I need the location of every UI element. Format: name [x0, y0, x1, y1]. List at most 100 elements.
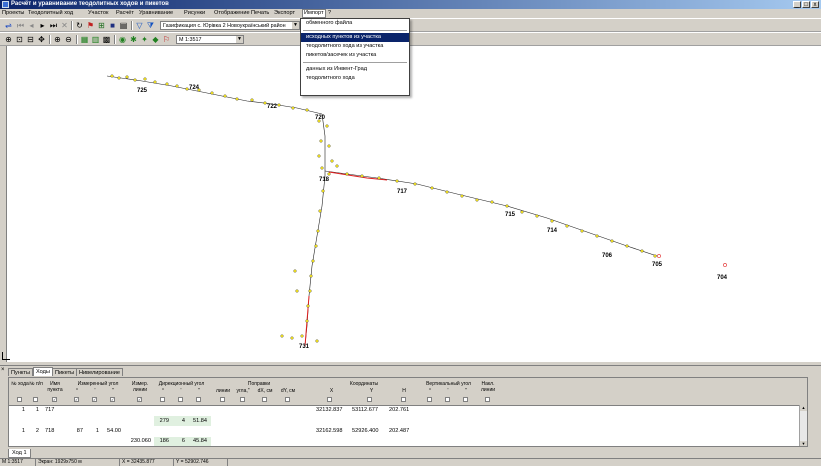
- scroll-down-icon[interactable]: ▼: [800, 441, 807, 446]
- close-button[interactable]: x: [811, 1, 819, 8]
- filter-checkbox[interactable]: [17, 397, 22, 402]
- filter-checkbox[interactable]: [463, 397, 468, 402]
- filter-checkbox[interactable]: [285, 397, 290, 402]
- prev-icon[interactable]: ◂: [27, 21, 36, 30]
- cell-h: 202.487: [389, 428, 410, 434]
- chevron-down-icon[interactable]: ▼: [292, 22, 299, 29]
- adjust-icon[interactable]: ⚑: [86, 21, 95, 30]
- zoom-extents-icon[interactable]: ⊡: [15, 35, 24, 44]
- maximize-button[interactable]: □: [802, 1, 810, 8]
- import-item-traverse[interactable]: теодолитного хода: [301, 74, 409, 83]
- filter-checkbox[interactable]: [427, 397, 432, 402]
- cell-dir-min: 6: [181, 438, 185, 444]
- filter-checkbox[interactable]: [445, 397, 450, 402]
- filter-checkbox[interactable]: [327, 397, 332, 402]
- pan-icon[interactable]: ✥: [37, 35, 46, 44]
- filter-checkbox[interactable]: [196, 397, 201, 402]
- zoom-out-icon[interactable]: ⊖: [64, 35, 73, 44]
- filter-checkbox[interactable]: [240, 397, 245, 402]
- layer-icon[interactable]: ▦: [80, 35, 89, 44]
- menu-display[interactable]: Отображение: [214, 9, 250, 18]
- menu-bar: Проекты Теодолитный ход Участок Расчёт У…: [0, 9, 821, 18]
- first-icon[interactable]: ⏮: [16, 21, 25, 30]
- tab-pickets[interactable]: Пикеты: [52, 368, 78, 376]
- calc-icon[interactable]: ⊞: [97, 21, 106, 30]
- menu-traverse[interactable]: Теодолитный ход: [28, 9, 73, 18]
- scale-combo[interactable]: М 1:3517 ▼: [176, 35, 244, 44]
- map-canvas[interactable]: 725 724 722 720 718 717 715 714 706 705 …: [6, 46, 821, 362]
- import-item-invent-grad[interactable]: данных из Инвент-Град: [301, 65, 409, 74]
- filter-checkbox[interactable]: [367, 397, 372, 402]
- import-item-source-points[interactable]: исходных пунктов из участка: [301, 33, 409, 42]
- grid-icon[interactable]: ▥: [91, 35, 100, 44]
- station-label: 720: [315, 115, 326, 121]
- cell-dir-deg: 186: [159, 438, 169, 444]
- panel-close-icon[interactable]: ×: [1, 367, 5, 373]
- filter-checkbox[interactable]: [160, 397, 165, 402]
- filter-checkbox[interactable]: ✓: [137, 397, 142, 402]
- chevron-down-icon[interactable]: ▼: [236, 36, 243, 43]
- menu-projects[interactable]: Проекты: [2, 9, 24, 18]
- minimize-button[interactable]: _: [793, 1, 801, 8]
- zoom-in-icon[interactable]: ⊕: [53, 35, 62, 44]
- filter-checkbox[interactable]: ✓: [74, 397, 79, 402]
- filter-checkbox[interactable]: ✓: [92, 397, 97, 402]
- print-icon[interactable]: ▤: [119, 21, 128, 30]
- menu-separator: [303, 62, 407, 63]
- import-item-pickets-section[interactable]: пикетов/засечек из участка: [301, 51, 409, 60]
- menu-calc[interactable]: Расчёт: [116, 9, 134, 18]
- col-vert-deg: °: [429, 388, 431, 394]
- menu-import[interactable]: Импорт: [302, 9, 326, 18]
- flag-icon[interactable]: ⚐: [162, 35, 171, 44]
- col-deg: °: [76, 388, 78, 394]
- menu-drawings[interactable]: Рисунки: [184, 9, 205, 18]
- traverse-icon[interactable]: ⇌: [4, 21, 13, 30]
- separator: [71, 21, 73, 30]
- next-icon[interactable]: ▸: [38, 21, 47, 30]
- tab-traverses[interactable]: Ходы: [33, 367, 53, 376]
- menu-section[interactable]: Участок: [88, 9, 108, 18]
- filter-checkbox[interactable]: [485, 397, 490, 402]
- scroll-up-icon[interactable]: ▲: [800, 405, 807, 411]
- import-item-exchange-file[interactable]: обменного файла: [301, 19, 409, 28]
- tab-leveling[interactable]: Нивелирование: [76, 368, 123, 376]
- col-vert-sec: ": [465, 388, 467, 394]
- marker-icon[interactable]: ◆: [151, 35, 160, 44]
- menu-help[interactable]: ?: [328, 9, 331, 18]
- filter-checkbox[interactable]: [33, 397, 38, 402]
- recalc-icon[interactable]: ↻: [75, 21, 84, 30]
- traverse-northwest: [106, 74, 323, 115]
- menu-export[interactable]: Экспорт: [274, 9, 295, 18]
- filter-checkbox[interactable]: ✓: [110, 397, 115, 402]
- filter-icon[interactable]: ▽: [135, 21, 144, 30]
- last-icon[interactable]: ⏭: [49, 21, 58, 30]
- tab-points[interactable]: Пункты: [8, 368, 33, 376]
- zoom-window-icon[interactable]: ⊕: [4, 35, 13, 44]
- title-bar: Расчёт и уравнивание теодолитных ходов и…: [0, 0, 821, 9]
- station-icon[interactable]: ✦: [140, 35, 149, 44]
- point-icon[interactable]: ◉: [118, 35, 127, 44]
- picket-icon[interactable]: ✱: [129, 35, 138, 44]
- menu-print[interactable]: Печать: [251, 9, 269, 18]
- col-y: Y: [369, 388, 374, 394]
- filter-checkbox[interactable]: [178, 397, 183, 402]
- grid-scrollbar[interactable]: ▲ ▼: [799, 405, 807, 446]
- delete-icon[interactable]: ✕: [60, 21, 69, 30]
- import-item-traverse-section[interactable]: теодолитного хода из участка: [301, 42, 409, 51]
- menu-separator: [303, 30, 407, 31]
- zoom-rect-icon[interactable]: ⊟: [26, 35, 35, 44]
- save-icon[interactable]: ■: [108, 21, 117, 30]
- filter-checkbox[interactable]: [262, 397, 267, 402]
- layers-icon[interactable]: ▩: [102, 35, 111, 44]
- station-label: 705: [652, 262, 663, 268]
- traverse-south: [280, 175, 326, 347]
- tab-traverse-1[interactable]: Ход 1: [8, 449, 31, 458]
- separator: [114, 35, 116, 44]
- filter-checkbox[interactable]: ✓: [52, 397, 57, 402]
- menu-adjust[interactable]: Уравнивание: [139, 9, 173, 18]
- project-combo[interactable]: Газификация с. Юрівка 2 Новоукраїнський …: [160, 21, 300, 30]
- funnel-icon[interactable]: ⧩: [146, 21, 155, 30]
- filter-checkbox[interactable]: [220, 397, 225, 402]
- filter-checkbox[interactable]: [401, 397, 406, 402]
- col-sec: ": [112, 388, 114, 394]
